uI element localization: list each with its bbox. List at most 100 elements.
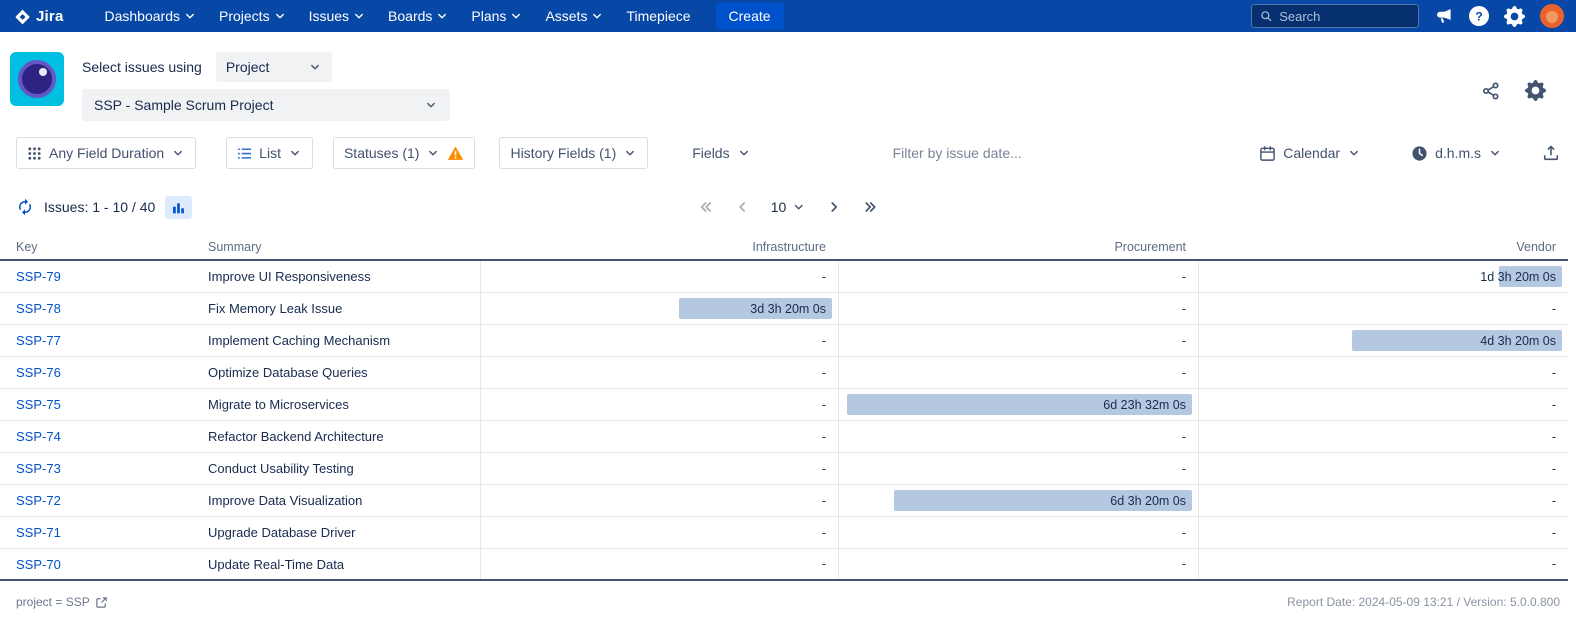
fields-label: Fields bbox=[692, 145, 729, 161]
column-header-vendor[interactable]: Vendor bbox=[1198, 240, 1568, 254]
table-row: SSP-75 Migrate to Microservices - 6d 23h… bbox=[0, 389, 1568, 421]
user-avatar[interactable] bbox=[1540, 4, 1564, 28]
previous-page-button[interactable] bbox=[735, 199, 751, 215]
page-size-select[interactable]: 10 bbox=[771, 199, 806, 215]
issue-summary: Refactor Backend Architecture bbox=[208, 421, 480, 452]
issue-summary: Improve UI Responsiveness bbox=[208, 261, 480, 292]
column-header-key[interactable]: Key bbox=[0, 240, 208, 254]
duration-value: - bbox=[1552, 398, 1556, 412]
nav-item-dashboards[interactable]: Dashboards bbox=[94, 0, 209, 32]
warning-icon bbox=[447, 145, 464, 162]
history-fields-button[interactable]: History Fields (1) bbox=[499, 137, 648, 169]
duration-cell-vendor: 1d 3h 20m 0s bbox=[1198, 261, 1568, 292]
jira-home-link[interactable]: Jira bbox=[14, 8, 64, 25]
issue-key-link[interactable]: SSP-79 bbox=[16, 269, 61, 284]
chart-view-button[interactable] bbox=[165, 196, 192, 219]
project-select-value: SSP - Sample Scrum Project bbox=[94, 97, 273, 113]
nav-item-projects[interactable]: Projects bbox=[208, 0, 298, 32]
table-row: SSP-73 Conduct Usability Testing - - - bbox=[0, 453, 1568, 485]
table-header: Key Summary Infrastructure Procurement V… bbox=[0, 235, 1568, 261]
column-header-procurement[interactable]: Procurement bbox=[838, 240, 1198, 254]
next-page-button[interactable] bbox=[825, 199, 841, 215]
duration-value: - bbox=[822, 398, 826, 412]
issue-key-link[interactable]: SSP-76 bbox=[16, 365, 61, 380]
issue-key-link[interactable]: SSP-70 bbox=[16, 557, 61, 572]
duration-value: 3d 3h 20m 0s bbox=[750, 302, 826, 316]
grid-icon bbox=[27, 146, 42, 161]
page: Jira Dashboards Projects Issues Boards P… bbox=[0, 0, 1576, 618]
duration-cell-infrastructure: - bbox=[480, 453, 838, 484]
last-page-button[interactable] bbox=[861, 199, 877, 215]
duration-cell-infrastructure: - bbox=[480, 549, 838, 579]
issue-key-link[interactable]: SSP-71 bbox=[16, 525, 61, 540]
duration-cell-infrastructure: 3d 3h 20m 0s bbox=[480, 293, 838, 324]
search-input[interactable] bbox=[1279, 9, 1410, 24]
nav-item-label: Timepiece bbox=[626, 8, 690, 24]
issue-key-link[interactable]: SSP-78 bbox=[16, 301, 61, 316]
help-button[interactable]: ? bbox=[1469, 6, 1489, 26]
issue-key-link[interactable]: SSP-74 bbox=[16, 429, 61, 444]
chevron-down-icon bbox=[791, 200, 805, 214]
share-button[interactable] bbox=[1481, 81, 1501, 106]
nav-search[interactable] bbox=[1251, 4, 1419, 28]
duration-cell-vendor: - bbox=[1198, 421, 1568, 452]
settings-button[interactable] bbox=[1504, 6, 1525, 27]
duration-value: - bbox=[822, 462, 826, 476]
key-cell: SSP-75 bbox=[0, 389, 208, 420]
table-body: SSP-79 Improve UI Responsiveness - - 1d … bbox=[0, 261, 1568, 581]
table-row: SSP-70 Update Real-Time Data - - - bbox=[0, 549, 1568, 581]
key-cell: SSP-76 bbox=[0, 357, 208, 388]
nav-item-issues[interactable]: Issues bbox=[298, 0, 377, 32]
issue-source-mode-select[interactable]: Project bbox=[216, 52, 332, 82]
issue-key-link[interactable]: SSP-72 bbox=[16, 493, 61, 508]
refresh-button[interactable] bbox=[16, 198, 34, 216]
megaphone-icon bbox=[1434, 6, 1454, 26]
view-mode-label: List bbox=[259, 145, 281, 161]
nav-item-timepiece[interactable]: Timepiece bbox=[615, 0, 701, 32]
time-format-button[interactable]: d.h.m.s bbox=[1401, 137, 1512, 169]
duration-value: - bbox=[1182, 270, 1186, 284]
list-icon bbox=[237, 146, 252, 161]
issue-date-filter-input[interactable] bbox=[893, 145, 1153, 161]
calendar-type-button[interactable]: Calendar bbox=[1249, 137, 1371, 169]
column-header-infrastructure[interactable]: Infrastructure bbox=[480, 240, 838, 254]
help-icon: ? bbox=[1469, 6, 1489, 26]
duration-cell-procurement: - bbox=[838, 357, 1198, 388]
column-header-summary[interactable]: Summary bbox=[208, 240, 480, 254]
project-select[interactable]: SSP - Sample Scrum Project bbox=[82, 89, 450, 121]
duration-value: - bbox=[1182, 526, 1186, 540]
export-button[interactable] bbox=[1542, 137, 1560, 169]
duration-value: 6d 23h 32m 0s bbox=[1103, 398, 1186, 412]
duration-field-button[interactable]: Any Field Duration bbox=[16, 137, 196, 169]
page-size-value: 10 bbox=[771, 199, 787, 215]
report-footer: project = SSP Report Date: 2024-05-09 13… bbox=[0, 581, 1576, 609]
issue-summary: Update Real-Time Data bbox=[208, 549, 480, 579]
jql-query-link[interactable]: project = SSP bbox=[16, 595, 108, 609]
nav-item-plans[interactable]: Plans bbox=[460, 0, 534, 32]
nav-item-label: Boards bbox=[388, 8, 432, 24]
duration-cell-procurement: - bbox=[838, 293, 1198, 324]
issue-key-link[interactable]: SSP-73 bbox=[16, 461, 61, 476]
issue-key-link[interactable]: SSP-75 bbox=[16, 397, 61, 412]
nav-item-boards[interactable]: Boards bbox=[377, 0, 460, 32]
duration-cell-vendor: - bbox=[1198, 549, 1568, 579]
view-mode-button[interactable]: List bbox=[226, 137, 313, 169]
statuses-filter-label: Statuses (1) bbox=[344, 145, 419, 161]
key-cell: SSP-79 bbox=[0, 261, 208, 292]
duration-cell-procurement: 6d 23h 32m 0s bbox=[838, 389, 1198, 420]
statuses-filter-button[interactable]: Statuses (1) bbox=[333, 137, 475, 169]
nav-item-label: Projects bbox=[219, 8, 270, 24]
nav-item-assets[interactable]: Assets bbox=[534, 0, 615, 32]
duration-cell-vendor: 4d 3h 20m 0s bbox=[1198, 325, 1568, 356]
create-button[interactable]: Create bbox=[716, 3, 784, 29]
pagination-left: Issues: 1 - 10 / 40 bbox=[16, 196, 192, 219]
duration-cell-procurement: - bbox=[838, 453, 1198, 484]
chevron-down-icon bbox=[737, 146, 751, 160]
duration-value: - bbox=[1552, 557, 1556, 571]
issue-key-link[interactable]: SSP-77 bbox=[16, 333, 61, 348]
fields-button[interactable]: Fields bbox=[682, 137, 760, 169]
report-settings-button[interactable] bbox=[1525, 80, 1546, 106]
duration-cell-vendor: - bbox=[1198, 357, 1568, 388]
first-page-button[interactable] bbox=[699, 199, 715, 215]
announcements-button[interactable] bbox=[1434, 6, 1454, 26]
